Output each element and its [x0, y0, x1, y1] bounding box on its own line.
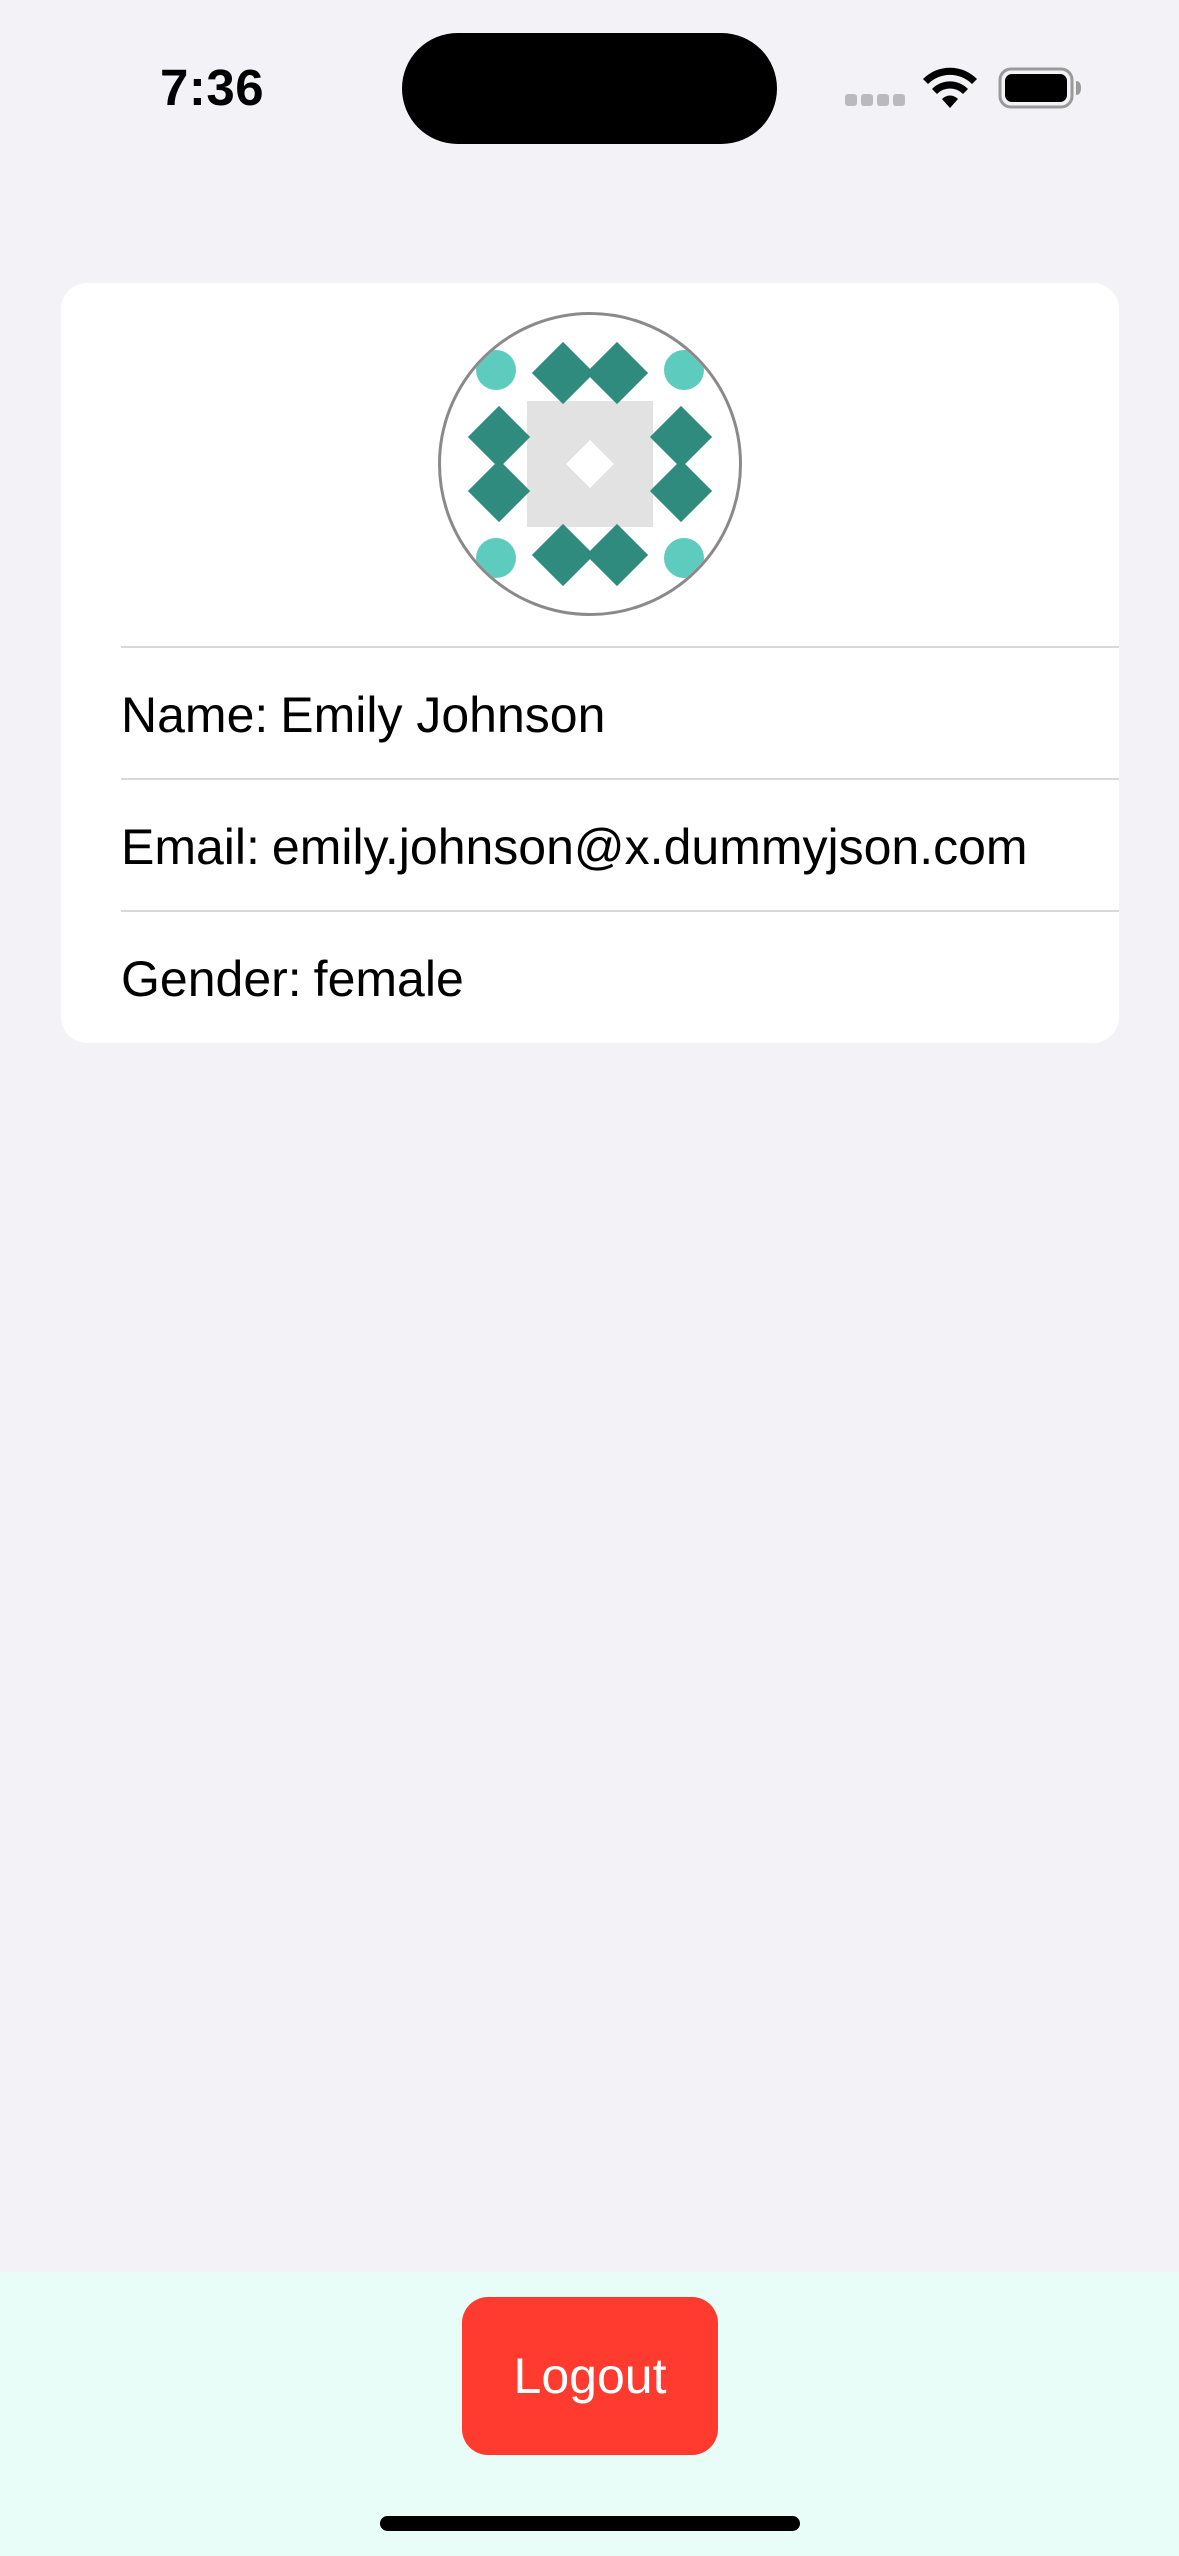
- divider: [121, 646, 1119, 648]
- identicon-avatar-icon: [467, 341, 713, 587]
- email-value: emily.johnson@x.dummyjson.com: [271, 819, 1028, 875]
- home-indicator[interactable]: [380, 2516, 800, 2531]
- gender-label: Gender:: [121, 951, 302, 1007]
- gender-row: Gender: female: [121, 950, 464, 1008]
- email-row: Email: emily.johnson@x.dummyjson.com: [121, 818, 1028, 876]
- avatar: [438, 312, 742, 616]
- status-time: 7:36: [160, 59, 265, 116]
- cellular-signal-icon: [845, 94, 905, 108]
- divider: [121, 778, 1119, 780]
- name-label: Name:: [121, 687, 269, 743]
- wifi-icon: [923, 67, 977, 108]
- name-value: Emily Johnson: [280, 687, 606, 743]
- gender-value: female: [313, 951, 464, 1007]
- name-row: Name: Emily Johnson: [121, 686, 605, 744]
- logout-button[interactable]: Logout: [462, 2297, 718, 2455]
- profile-screen: 7:36 Name: Emily Johnson Email: emily.jo…: [0, 0, 1179, 2556]
- email-label: Email:: [121, 819, 260, 875]
- profile-card: Name: Emily Johnson Email: emily.johnson@x…: [61, 283, 1119, 1043]
- battery-icon: [998, 67, 1081, 109]
- dynamic-island: [402, 33, 777, 144]
- divider: [121, 910, 1119, 912]
